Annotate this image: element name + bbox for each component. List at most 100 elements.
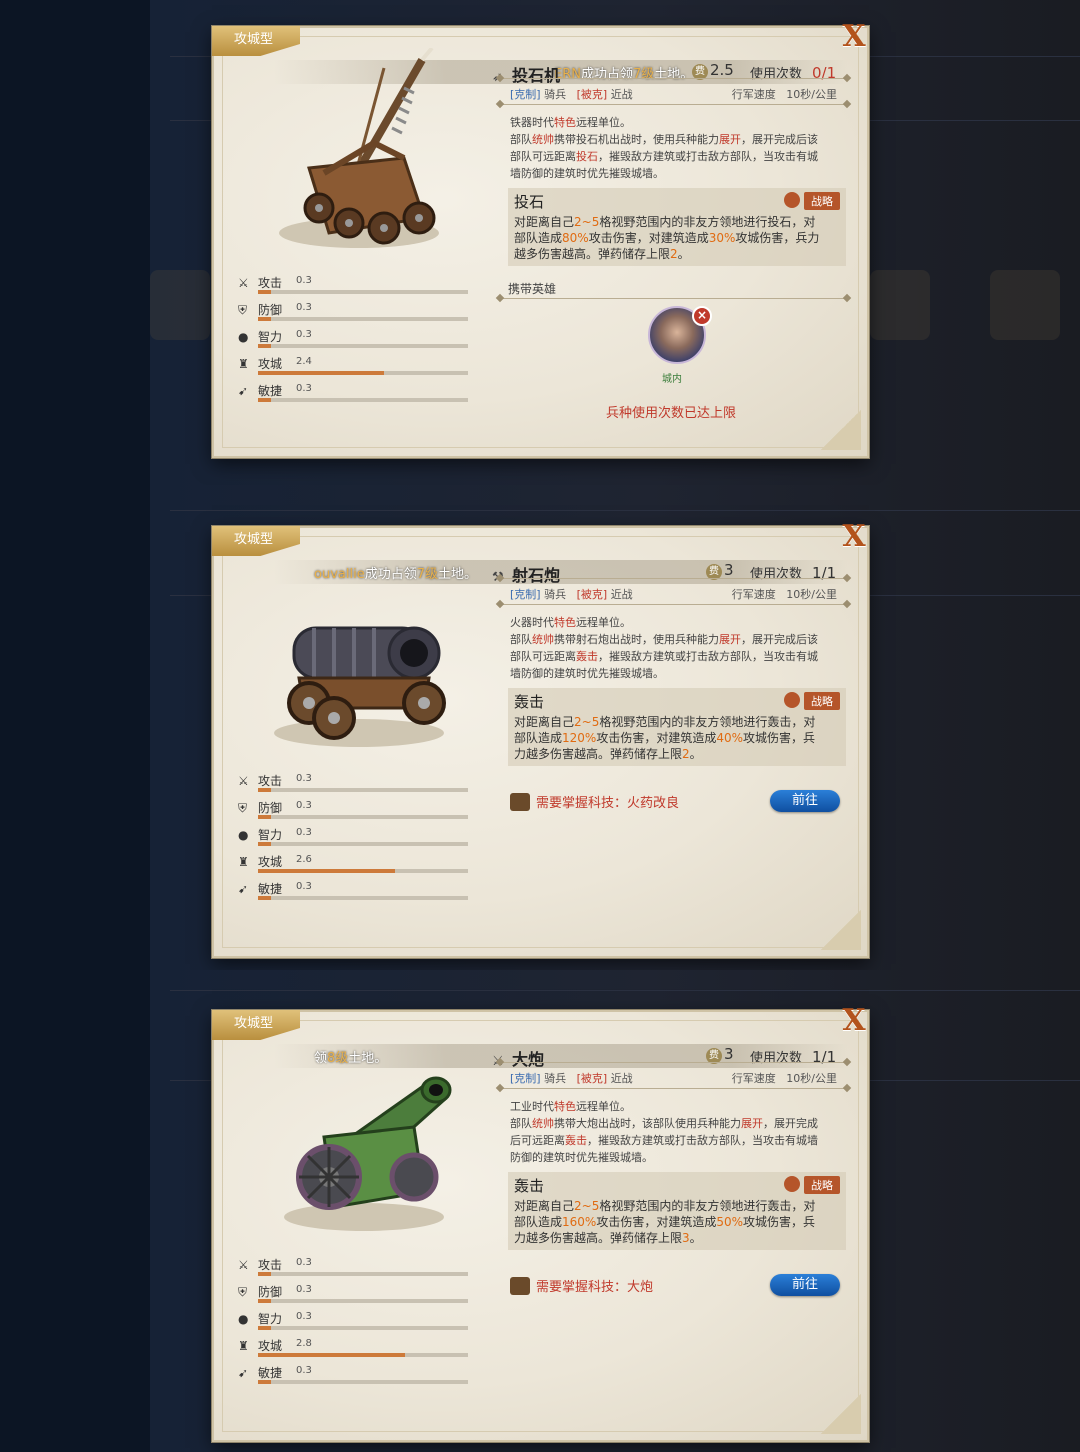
close-button[interactable]: X bbox=[839, 1006, 869, 1036]
stat-label: 防御 bbox=[258, 1285, 283, 1299]
stat-value: 0.3 bbox=[296, 383, 312, 394]
stat-row: ➹ 敏捷 0.3 bbox=[238, 1364, 474, 1391]
stat-row: ⚔ 攻击 0.3 bbox=[238, 772, 474, 799]
remove-hero-icon[interactable]: × bbox=[692, 306, 712, 326]
text-line: 防御的建筑时优先摧毁城墙。 bbox=[510, 1151, 653, 1164]
stat-bar-fill bbox=[258, 869, 395, 873]
stat-label: 攻击 bbox=[258, 774, 283, 788]
close-button[interactable]: X bbox=[839, 522, 869, 552]
text-line: 部队造成80%攻击伤害，对建筑造成30%攻城伤害，兵力 bbox=[514, 231, 820, 245]
stat-bar-fill bbox=[258, 344, 271, 348]
skill-box: 轰击 战略 对距离自己2~5格视野范围内的非友方领地进行轰击，对 部队造成160%… bbox=[508, 1172, 846, 1250]
usage-count: 使用次数 0/1 bbox=[750, 64, 837, 82]
stat-bar-fill bbox=[258, 842, 271, 846]
text-line: 墙防御的建筑时优先摧毁城墙。 bbox=[510, 167, 664, 180]
stat-value: 0.3 bbox=[296, 275, 312, 286]
stat-row: ⛨ 防御 0.3 bbox=[238, 799, 474, 826]
text-line: 火器时代特色远程单位。 bbox=[510, 616, 631, 629]
stat-bar-fill bbox=[258, 1299, 271, 1303]
unit-description: 工业时代特色远程单位。 部队统帅携带大炮出战时，该部队使用兵种能力展开，展开完成后… bbox=[510, 1098, 846, 1166]
march-speed: 行军速度 10秒/公里 bbox=[731, 588, 837, 601]
tech-book-icon bbox=[510, 793, 530, 811]
stat-value: 0.3 bbox=[296, 1257, 312, 1268]
hero-avatar[interactable]: × bbox=[648, 306, 712, 364]
stat-label: 攻击 bbox=[258, 1258, 283, 1272]
text-line: 力越多伤害越高。弹药储存上限3。 bbox=[514, 1231, 702, 1245]
stat-row: ⚔ 攻击 0.3 bbox=[238, 1256, 474, 1283]
stat-row: ➹ 敏捷 0.3 bbox=[238, 880, 474, 907]
usage-limit-warning: 兵种使用次数已达上限 bbox=[606, 406, 737, 421]
stat-bar bbox=[258, 1353, 468, 1357]
march-speed: 行军速度 10秒/公里 bbox=[731, 88, 837, 101]
strategy-icon bbox=[784, 192, 800, 208]
stat-bar bbox=[258, 398, 468, 402]
tower-icon: ♜ bbox=[238, 1339, 249, 1353]
stat-bar bbox=[258, 290, 468, 294]
skill-tag: 战略 bbox=[784, 1176, 840, 1194]
unit-description: 火器时代特色远程单位。部队统帅携带射石炮出战时，使用兵种能力展开，展开完成后该部… bbox=[510, 614, 846, 682]
stat-bar-fill bbox=[258, 788, 271, 792]
skill-tag: 战略 bbox=[784, 192, 840, 210]
stat-bar-fill bbox=[258, 398, 271, 402]
stat-bar-fill bbox=[258, 896, 271, 900]
head-icon: ● bbox=[238, 330, 249, 344]
stat-bar bbox=[258, 815, 468, 819]
stat-label: 攻城 bbox=[258, 1339, 283, 1353]
sword-icon: ⚔ bbox=[238, 276, 249, 290]
go-button[interactable]: 前往 bbox=[770, 790, 840, 812]
stat-label: 智力 bbox=[258, 330, 283, 344]
hero-section-title: 携带英雄 bbox=[508, 282, 557, 296]
stat-row: ♜ 攻城 2.4 bbox=[238, 355, 474, 382]
tech-requirement: 需要掌握科技：大炮 bbox=[510, 1276, 653, 1295]
stat-label: 防御 bbox=[258, 801, 283, 815]
tower-icon: ♜ bbox=[238, 855, 249, 869]
tech-requirement: 需要掌握科技：火药改良 bbox=[510, 792, 679, 811]
text-line: 对距离自己2~5格视野范围内的非友方领地进行轰击，对 bbox=[514, 715, 816, 729]
sword-icon: ⚔ bbox=[238, 1258, 249, 1272]
stat-value: 0.3 bbox=[296, 302, 312, 313]
go-button[interactable]: 前往 bbox=[770, 1274, 840, 1296]
text-line: 对距离自己2~5格视野范围内的非友方领地进行轰击，对 bbox=[514, 1199, 816, 1213]
skill-description: 对距离自己2~5格视野范围内的非友方领地进行轰击，对 部队造成120%攻击伤害，对… bbox=[514, 714, 840, 762]
stat-bar-fill bbox=[258, 317, 271, 321]
stat-bar bbox=[258, 842, 468, 846]
stats-list: ⚔ 攻击 0.3 ⛨ 防御 0.3 ● 智力 0.3 ♜ 攻城 2.4 ➹ 敏捷 0.3 bbox=[238, 274, 474, 409]
stats-list: ⚔ 攻击 0.3 ⛨ 防御 0.3 ● 智力 0.3 ♜ 攻城 2.6 ➹ 敏捷 0.3 bbox=[238, 772, 474, 907]
stat-row: ⚔ 攻击 0.3 bbox=[238, 274, 474, 301]
stat-label: 智力 bbox=[258, 828, 283, 842]
screen-band-1: 攻城型 X ERN成功占领7级土地。 ➶投石机 费2.5 使用次数0/1 [克制… bbox=[0, 0, 1080, 485]
stat-row: ♜ 攻城 2.6 bbox=[238, 853, 474, 880]
text-line: 部队造成120%攻击伤害，对建筑造成40%攻城伤害，兵 bbox=[514, 731, 816, 745]
occupation-ticker: ouvallie成功占领7级土地。 bbox=[314, 567, 477, 582]
stat-row: ● 智力 0.3 bbox=[238, 1310, 474, 1337]
text-line: 部队可远距离轰击，摧毁敌方建筑或打击敌方部队，当攻击有城 bbox=[510, 650, 818, 663]
stat-value: 0.3 bbox=[296, 329, 312, 340]
stat-bar bbox=[258, 1299, 468, 1303]
counter-info: [克制] 骑兵 [被克] 近战 bbox=[510, 588, 633, 601]
unit-panel-catapult: 攻城型 X ERN成功占领7级土地。 ➶投石机 费2.5 使用次数0/1 [克制… bbox=[212, 22, 869, 458]
stat-label: 攻击 bbox=[258, 276, 283, 290]
stat-bar bbox=[258, 371, 468, 375]
stat-value: 0.3 bbox=[296, 800, 312, 811]
stat-label: 敏捷 bbox=[258, 384, 283, 398]
skill-description: 对距离自己2~5格视野范围内的非友方领地进行轰击，对 部队造成160%攻击伤害，对… bbox=[514, 1198, 840, 1246]
text-line: 铁器时代特色远程单位。 bbox=[510, 116, 631, 129]
stat-label: 敏捷 bbox=[258, 1366, 283, 1380]
text-line: 部队统帅携带射石炮出战时，使用兵种能力展开，展开完成后该 bbox=[510, 633, 818, 646]
close-button[interactable]: X bbox=[839, 22, 869, 52]
bombard-image bbox=[274, 626, 446, 747]
stat-label: 攻城 bbox=[258, 357, 283, 371]
stat-bar-fill bbox=[258, 1272, 271, 1276]
stat-label: 防御 bbox=[258, 303, 283, 317]
stat-row: ● 智力 0.3 bbox=[238, 328, 474, 355]
stat-bar bbox=[258, 896, 468, 900]
strategy-icon bbox=[784, 1176, 800, 1192]
usage-count: 使用次数 1/1 bbox=[750, 564, 837, 582]
stat-value: 2.4 bbox=[296, 356, 312, 367]
text-line: 部队统帅携带大炮出战时，该部队使用兵种能力展开，展开完成 bbox=[510, 1117, 818, 1130]
text-line: 墙防御的建筑时优先摧毁城墙。 bbox=[510, 667, 664, 680]
stat-row: ➹ 敏捷 0.3 bbox=[238, 382, 474, 409]
stat-bar bbox=[258, 1326, 468, 1330]
screen-band-2: 攻城型 X ouvallie成功占领7级土地。 ⚒射石炮 费3 使用次数1/1 … bbox=[0, 485, 1080, 970]
boot-icon: ➹ bbox=[238, 1366, 249, 1380]
